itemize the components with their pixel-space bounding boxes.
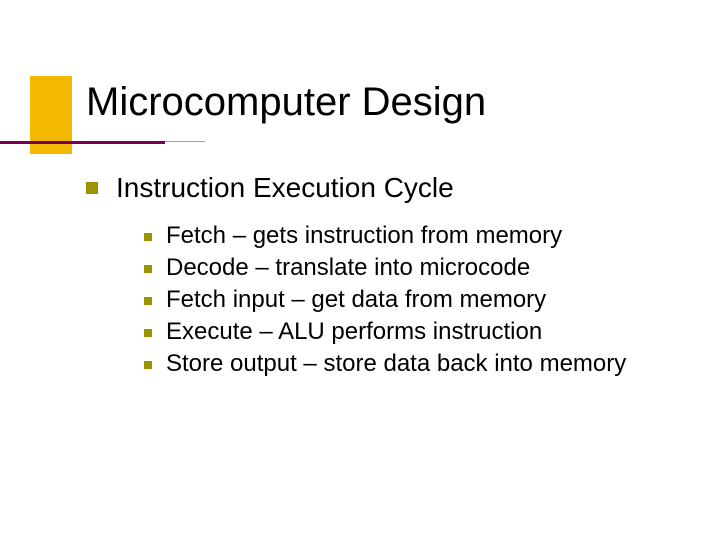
bullet-level2: Execute – ALU performs instruction	[144, 318, 686, 346]
bullet-level2-text: Decode – translate into microcode	[166, 254, 530, 282]
bullet-level2-text: Fetch – gets instruction from memory	[166, 222, 562, 250]
square-bullet-icon	[144, 361, 152, 369]
bullet-level2-text: Fetch input – get data from memory	[166, 286, 546, 314]
square-bullet-icon	[144, 265, 152, 273]
bullet-level2: Store output – store data back into memo…	[144, 350, 686, 378]
bullet-level2-text: Execute – ALU performs instruction	[166, 318, 542, 346]
slide-title: Microcomputer Design	[86, 80, 486, 125]
square-bullet-icon	[144, 297, 152, 305]
square-bullet-icon	[144, 233, 152, 241]
square-bullet-icon	[86, 182, 98, 194]
bullet-level1: Instruction Execution Cycle	[86, 172, 686, 204]
bullet-level2-text: Store output – store data back into memo…	[166, 350, 626, 378]
bullet-level2: Decode – translate into microcode	[144, 254, 686, 282]
bullet-level2-list: Fetch – gets instruction from memory Dec…	[144, 222, 686, 378]
bullet-level1-text: Instruction Execution Cycle	[116, 172, 454, 204]
title-underline	[0, 141, 165, 144]
slide: Microcomputer Design Instruction Executi…	[0, 0, 720, 540]
bullet-level2: Fetch – gets instruction from memory	[144, 222, 686, 250]
bullet-level2: Fetch input – get data from memory	[144, 286, 686, 314]
square-bullet-icon	[144, 329, 152, 337]
slide-body: Instruction Execution Cycle Fetch – gets…	[86, 172, 686, 382]
